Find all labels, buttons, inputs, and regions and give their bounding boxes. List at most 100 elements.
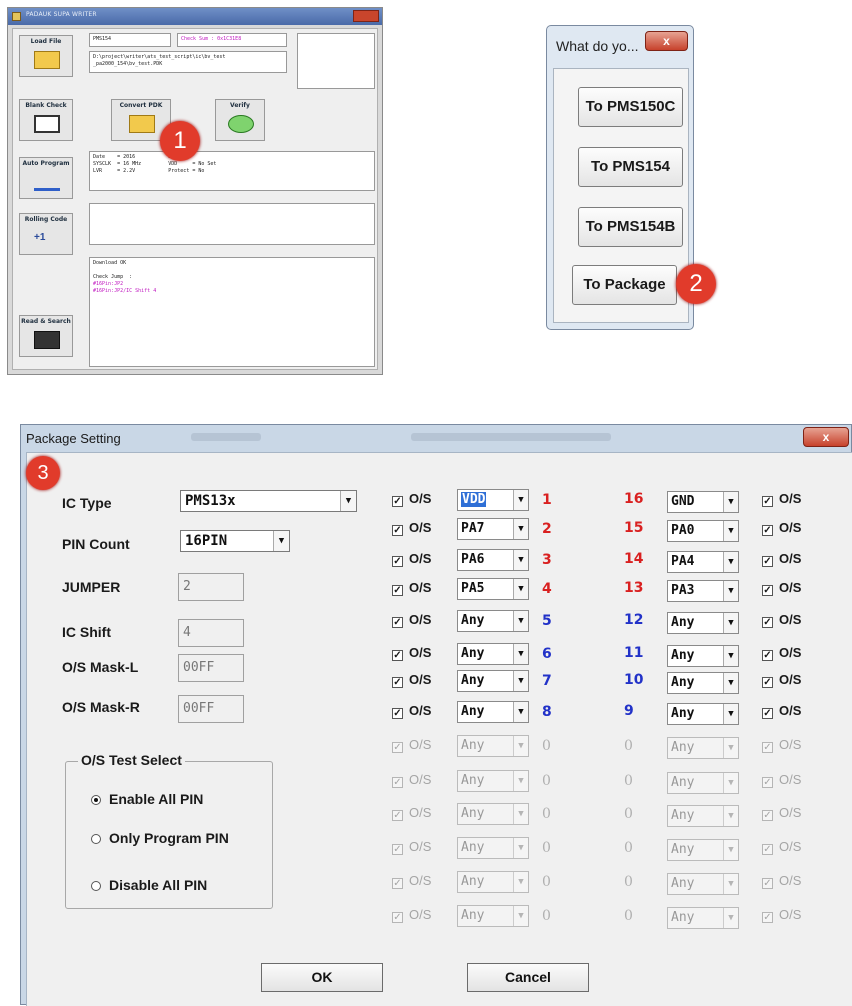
- step-badge-1: 1: [160, 121, 200, 161]
- ic-type-value: PMS13x: [185, 493, 236, 509]
- os-checkbox-left-14[interactable]: ✓ O/S: [392, 907, 432, 923]
- pin-select-right-9[interactable]: Any ▼: [667, 737, 739, 759]
- os-checkbox-right-7[interactable]: ✓ O/S: [762, 672, 801, 688]
- pin-number-right-1: 16: [624, 491, 644, 507]
- pin-select-left-11[interactable]: Any ▼: [457, 803, 529, 825]
- os-checkbox-right-11[interactable]: ✓ O/S: [762, 805, 801, 821]
- os-checkbox-left-11[interactable]: ✓ O/S: [392, 805, 431, 821]
- to-pms150c-button[interactable]: To PMS150C: [578, 87, 683, 127]
- rolling-code-button[interactable]: Rolling Code +1: [19, 213, 73, 255]
- pin-select-left-7[interactable]: Any ▼: [457, 670, 529, 692]
- checkbox-checked-icon: ✓: [762, 777, 773, 788]
- os-checkbox-right-4[interactable]: ✓ O/S: [762, 580, 801, 596]
- ok-button[interactable]: OK: [261, 963, 383, 992]
- pin-select-left-2[interactable]: PA7 ▼: [457, 518, 529, 540]
- checkbox-checked-icon: ✓: [762, 810, 773, 821]
- pin-count-label: PIN Count: [62, 536, 130, 552]
- os-checkbox-right-14[interactable]: ✓ O/S: [762, 907, 801, 923]
- os-checkbox-left-12[interactable]: ✓ O/S: [392, 839, 431, 855]
- pin-number-left-8: 8: [542, 704, 552, 720]
- chevron-down-icon: ▼: [723, 738, 738, 758]
- os-checkbox-right-1[interactable]: ✓ O/S: [762, 491, 801, 507]
- writer-close-button[interactable]: [353, 10, 379, 22]
- os-checkbox-left-4[interactable]: ✓ O/S: [392, 580, 431, 596]
- pin-select-right-7[interactable]: Any ▼: [667, 672, 739, 694]
- pin-select-left-10[interactable]: Any ▼: [457, 770, 529, 792]
- pin-select-right-12[interactable]: Any ▼: [667, 839, 739, 861]
- package-close-button[interactable]: x: [803, 427, 849, 447]
- os-checkbox-left-2[interactable]: ✓ O/S: [392, 520, 431, 536]
- chevron-down-icon: ▼: [723, 840, 738, 860]
- os-checkbox-left-6[interactable]: ✓ O/S: [392, 645, 431, 661]
- pin-select-right-4[interactable]: PA3 ▼: [667, 580, 739, 602]
- pin-value: Any: [461, 908, 485, 923]
- auto-program-button[interactable]: Auto Program: [19, 157, 73, 199]
- os-checkbox-left-13[interactable]: ✓ O/S: [392, 873, 431, 889]
- radio-enable-all-pin[interactable]: Enable All PIN: [91, 791, 203, 807]
- os-checkbox-left-9[interactable]: ✓ O/S: [392, 737, 431, 753]
- verify-button[interactable]: Verify: [215, 99, 265, 141]
- pin-select-left-14[interactable]: Any ▼: [457, 905, 529, 927]
- pin-select-right-11[interactable]: Any ▼: [667, 805, 739, 827]
- pin-select-right-1[interactable]: GND ▼: [667, 491, 739, 513]
- pin-count-select[interactable]: 16PIN ▼: [180, 530, 290, 552]
- radio-disable-all-pin[interactable]: Disable All PIN: [91, 877, 207, 893]
- os-checkbox-right-6[interactable]: ✓ O/S: [762, 645, 801, 661]
- checkbox-checked-icon: ✓: [392, 525, 403, 536]
- load-file-button[interactable]: Load File: [19, 35, 73, 77]
- cancel-button[interactable]: Cancel: [467, 963, 589, 992]
- to-pms154-button[interactable]: To PMS154: [578, 147, 683, 187]
- chevron-down-icon: ▼: [513, 804, 528, 824]
- os-checkbox-right-5[interactable]: ✓ O/S: [762, 612, 801, 628]
- pin-select-right-10[interactable]: Any ▼: [667, 772, 739, 794]
- ic-type-select[interactable]: PMS13x ▼: [180, 490, 357, 512]
- pin-select-left-8[interactable]: Any ▼: [457, 701, 529, 723]
- os-checkbox-left-1[interactable]: ✓ O/S: [392, 491, 431, 507]
- os-checkbox-left-8[interactable]: ✓ O/S: [392, 703, 431, 719]
- os-checkbox-right-9[interactable]: ✓ O/S: [762, 737, 801, 753]
- radio-only-program-pin[interactable]: Only Program PIN: [91, 830, 229, 846]
- pin-select-right-6[interactable]: Any ▼: [667, 645, 739, 667]
- pin-number-left-9: 0: [542, 738, 551, 754]
- pin-select-left-9[interactable]: Any ▼: [457, 735, 529, 757]
- pin-select-left-12[interactable]: Any ▼: [457, 837, 529, 859]
- dialog-body: To PMS150C To PMS154 To PMS154B To Packa…: [553, 68, 689, 323]
- os-checkbox-left-10[interactable]: ✓ O/S: [392, 772, 431, 788]
- chevron-down-icon: ▼: [513, 736, 528, 756]
- read-search-label: Read & Search: [21, 318, 71, 325]
- to-package-button[interactable]: To Package: [572, 265, 677, 305]
- rolling-code-label: Rolling Code: [24, 216, 68, 223]
- pin-number-left-13: 0: [542, 874, 551, 890]
- os-checkbox-right-12[interactable]: ✓ O/S: [762, 839, 801, 855]
- pin-select-left-3[interactable]: PA6 ▼: [457, 549, 529, 571]
- pin-select-left-4[interactable]: PA5 ▼: [457, 578, 529, 600]
- pin-select-right-2[interactable]: PA0 ▼: [667, 520, 739, 542]
- to-pms154b-button[interactable]: To PMS154B: [578, 207, 683, 247]
- ic-name-field: PMS154: [89, 33, 171, 47]
- pin-select-right-3[interactable]: PA4 ▼: [667, 551, 739, 573]
- pin-select-left-6[interactable]: Any ▼: [457, 643, 529, 665]
- blank-check-button[interactable]: Blank Check: [19, 99, 73, 141]
- pin-select-left-5[interactable]: Any ▼: [457, 610, 529, 632]
- pin-select-right-5[interactable]: Any ▼: [667, 612, 739, 634]
- os-checkbox-right-3[interactable]: ✓ O/S: [762, 551, 801, 567]
- os-checkbox-right-13[interactable]: ✓ O/S: [762, 873, 801, 889]
- dialog-close-button[interactable]: x: [645, 31, 688, 51]
- pin-select-right-8[interactable]: Any ▼: [667, 703, 739, 725]
- os-checkbox-right-8[interactable]: ✓ O/S: [762, 703, 801, 719]
- read-search-button[interactable]: Read & Search: [19, 315, 73, 357]
- pin-number-left-6: 6: [542, 646, 552, 662]
- pin-select-left-1[interactable]: VDD ▼: [457, 489, 529, 511]
- os-checkbox-left-3[interactable]: ✓ O/S: [392, 551, 431, 567]
- pin-select-left-13[interactable]: Any ▼: [457, 871, 529, 893]
- os-checkbox-right-2[interactable]: ✓ O/S: [762, 520, 801, 536]
- pin-value: Any: [671, 740, 695, 755]
- os-label: O/S: [409, 907, 432, 922]
- os-checkbox-left-5[interactable]: ✓ O/S: [392, 612, 431, 628]
- os-checkbox-left-7[interactable]: ✓ O/S: [392, 672, 431, 688]
- pin-value: PA6: [461, 552, 485, 567]
- pin-select-right-13[interactable]: Any ▼: [667, 873, 739, 895]
- os-checkbox-right-10[interactable]: ✓ O/S: [762, 772, 801, 788]
- pin-select-right-14[interactable]: Any ▼: [667, 907, 739, 929]
- pin-number-left-4: 4: [542, 581, 552, 597]
